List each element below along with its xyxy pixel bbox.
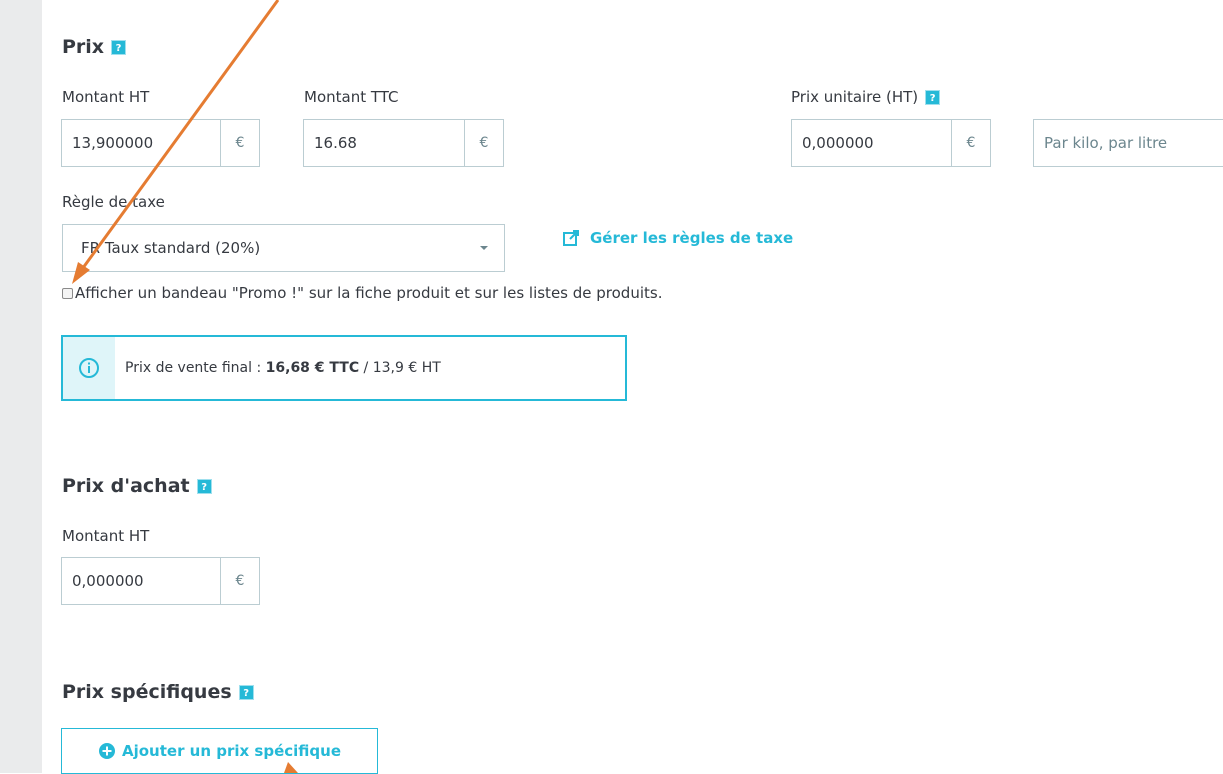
final-price-ht: / 13,9 € HT [359, 360, 441, 376]
plus-circle-icon [98, 743, 115, 759]
montant-ttc-label: Montant TTC [304, 88, 399, 106]
achat-montant-ht-input[interactable]: 0,000000 [61, 557, 220, 605]
montant-ht-label: Montant HT [62, 88, 150, 106]
promo-checkbox[interactable] [62, 287, 73, 299]
unit-input-group: Par kilo, par litre [1033, 119, 1223, 167]
currency-addon: € [220, 557, 260, 605]
final-price-ttc: 16,68 € TTC [265, 360, 360, 376]
tax-rule-selected: FR Taux standard (20%) [81, 239, 261, 257]
currency-addon: € [464, 119, 504, 167]
manage-tax-rules-label: Gérer les règles de taxe [590, 229, 794, 247]
prix-unitaire-label: Prix unitaire (HT) [791, 88, 919, 106]
external-link-icon [563, 230, 579, 246]
final-price-info-box: Prix de vente final : 16,68 € TTC / 13,9… [61, 335, 627, 401]
chevron-down-icon [480, 246, 488, 250]
montant-ht-input-group: 13,900000 € [61, 119, 260, 167]
final-price-text: Prix de vente final : 16,68 € TTC / 13,9… [125, 360, 441, 376]
prix-unitaire-label-row: Prix unitaire (HT) ? [791, 88, 941, 106]
manage-tax-rules-link[interactable]: Gérer les règles de taxe [562, 229, 793, 247]
prix-achat-section-title: Prix d'achat ? [62, 475, 212, 497]
info-icon-zone [63, 337, 115, 399]
promo-row: Afficher un bandeau "Promo !" sur la fic… [62, 284, 662, 302]
promo-checkbox-label: Afficher un bandeau "Promo !" sur la fic… [75, 284, 663, 302]
achat-montant-ht-input-group: 0,000000 € [61, 557, 260, 605]
question-icon[interactable]: ? [238, 684, 254, 700]
question-icon[interactable]: ? [111, 39, 127, 55]
add-specific-price-button[interactable]: Ajouter un prix spécifique [61, 728, 378, 774]
final-price-prefix: Prix de vente final : [125, 360, 266, 376]
question-icon[interactable]: ? [925, 89, 941, 105]
currency-addon: € [220, 119, 260, 167]
achat-montant-ht-label: Montant HT [62, 527, 150, 545]
tax-rule-select[interactable]: FR Taux standard (20%) [62, 224, 505, 272]
info-icon [79, 358, 99, 378]
prix-unitaire-input[interactable]: 0,000000 [791, 119, 951, 167]
prix-specifiques-section-title: Prix spécifiques ? [62, 681, 254, 703]
montant-ttc-input-group: 16.68 € [303, 119, 504, 167]
montant-ttc-input[interactable]: 16.68 [303, 119, 464, 167]
add-specific-price-label: Ajouter un prix spécifique [121, 742, 342, 760]
prix-unitaire-input-group: 0,000000 € [791, 119, 991, 167]
montant-ht-input[interactable]: 13,900000 [61, 119, 220, 167]
prix-section-title: Prix ? [62, 36, 127, 58]
regle-taxe-label: Règle de taxe [62, 193, 165, 211]
question-icon[interactable]: ? [196, 478, 212, 494]
left-sidebar-strip [0, 0, 42, 773]
unit-input[interactable]: Par kilo, par litre [1033, 119, 1223, 167]
currency-addon: € [951, 119, 991, 167]
